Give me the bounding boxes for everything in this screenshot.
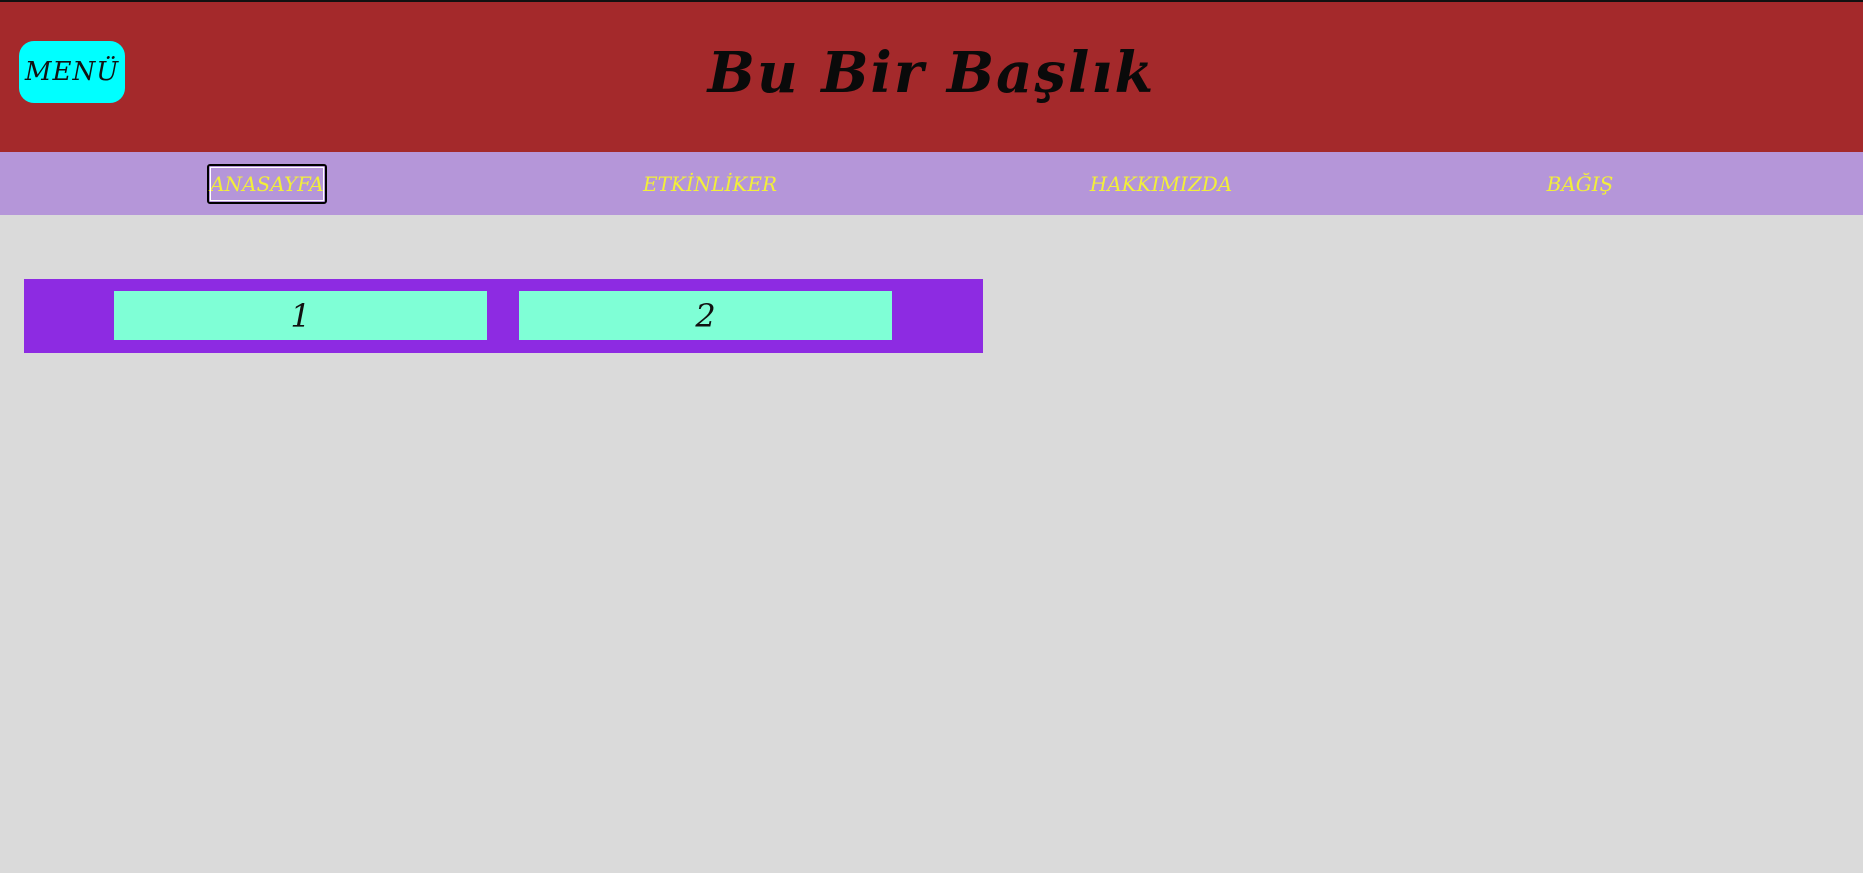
page-title: Bu Bir Başlık: [707, 40, 1156, 106]
nav-item-hakkimizda[interactable]: HAKKIMIZDA: [1070, 152, 1252, 215]
nav-item-bagis[interactable]: BAĞIŞ: [1530, 152, 1630, 215]
main-content: 1 2: [0, 215, 1863, 871]
nav-item-label: ANASAYFA: [207, 163, 327, 204]
slider-bar: 1 2: [24, 279, 983, 353]
nav-item-etkinliker[interactable]: ETKİNLİKER: [620, 152, 800, 215]
slide-box-2[interactable]: 2: [519, 291, 892, 340]
nav-item-anasayfa[interactable]: ANASAYFA: [203, 152, 331, 215]
nav-item-label: HAKKIMIZDA: [1089, 171, 1233, 196]
nav-item-label: ETKİNLİKER: [642, 171, 778, 196]
nav-bar: ANASAYFA ETKİNLİKER HAKKIMIZDA BAĞIŞ: [0, 152, 1863, 215]
nav-item-label: BAĞIŞ: [1546, 171, 1614, 196]
slide-box-1[interactable]: 1: [114, 291, 487, 340]
page-header: MENÜ Bu Bir Başlık: [0, 2, 1863, 152]
